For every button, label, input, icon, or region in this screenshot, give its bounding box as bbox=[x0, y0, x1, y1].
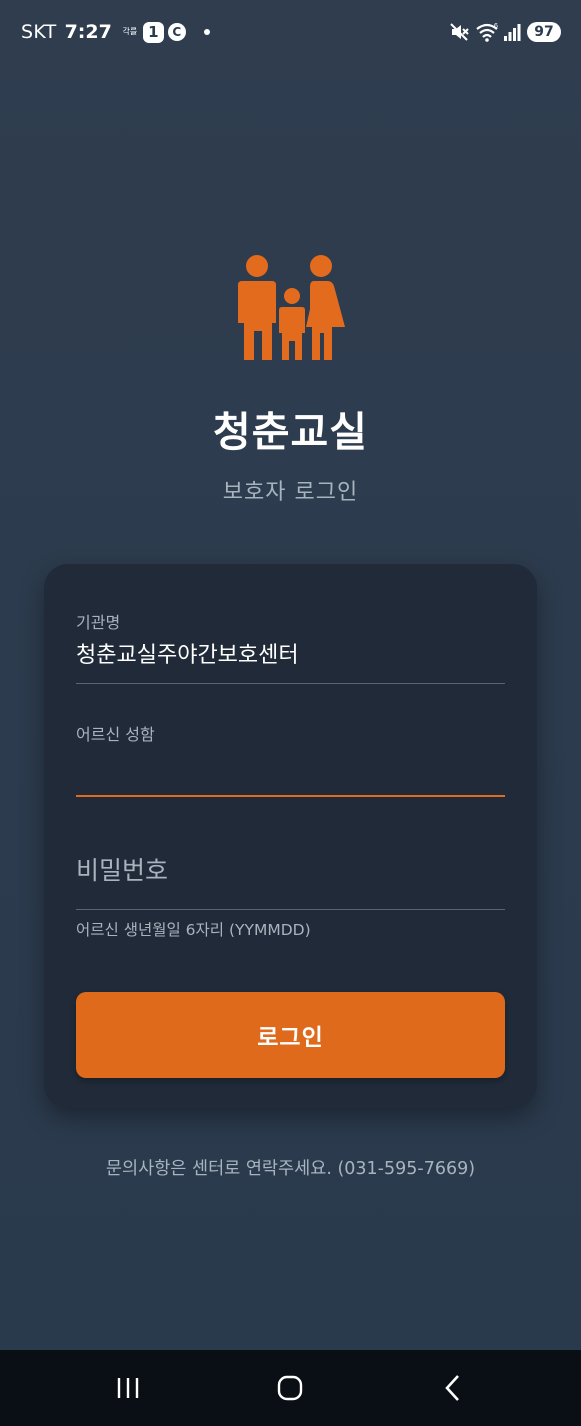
svg-text:6: 6 bbox=[494, 23, 498, 30]
status-small-label: 각를 bbox=[122, 27, 138, 36]
name-label: 어르신 성함 bbox=[76, 725, 155, 744]
status-bar: SKT 7:27 각를 1 C 6 97 bbox=[0, 0, 581, 64]
notification-dot-icon bbox=[203, 29, 210, 35]
mute-icon bbox=[449, 22, 469, 42]
name-field[interactable] bbox=[76, 750, 505, 790]
page-subtitle: 보호자 로그인 bbox=[222, 480, 359, 505]
name-field-underline bbox=[76, 795, 505, 797]
battery-icon: 97 bbox=[527, 22, 561, 42]
family-icon bbox=[236, 253, 346, 361]
recents-icon[interactable] bbox=[98, 1368, 158, 1408]
app-title: 청춘교실 bbox=[213, 408, 368, 456]
carrier-label: SKT bbox=[21, 21, 57, 43]
login-button[interactable]: 로그인 bbox=[76, 992, 505, 1078]
back-icon[interactable] bbox=[423, 1368, 483, 1408]
org-field-underline bbox=[76, 683, 505, 684]
password-field-underline bbox=[76, 909, 505, 910]
c-icon: C bbox=[167, 23, 186, 41]
signal-icon bbox=[503, 22, 521, 42]
password-helper-text: 어르신 생년월일 6자리 (YYMMDD) bbox=[76, 921, 311, 939]
password-field[interactable]: 비밀번호 bbox=[76, 851, 505, 887]
contact-text: 문의사항은 센터로 연락주세요. (031-595-7669) bbox=[105, 1159, 476, 1179]
navigation-bar bbox=[0, 1350, 581, 1426]
org-field[interactable]: 청춘교실주야간보호센터 bbox=[76, 637, 299, 669]
notification-count-badge: 1 bbox=[142, 21, 164, 43]
home-icon[interactable] bbox=[260, 1368, 320, 1408]
clock: 7:27 bbox=[64, 21, 112, 43]
login-card: 기관명 청춘교실주야간보호센터 어르신 성함 비밀번호 어르신 생년월일 6자리… bbox=[44, 564, 537, 1108]
wifi-icon: 6 bbox=[475, 22, 499, 42]
org-label: 기관명 bbox=[76, 613, 121, 632]
